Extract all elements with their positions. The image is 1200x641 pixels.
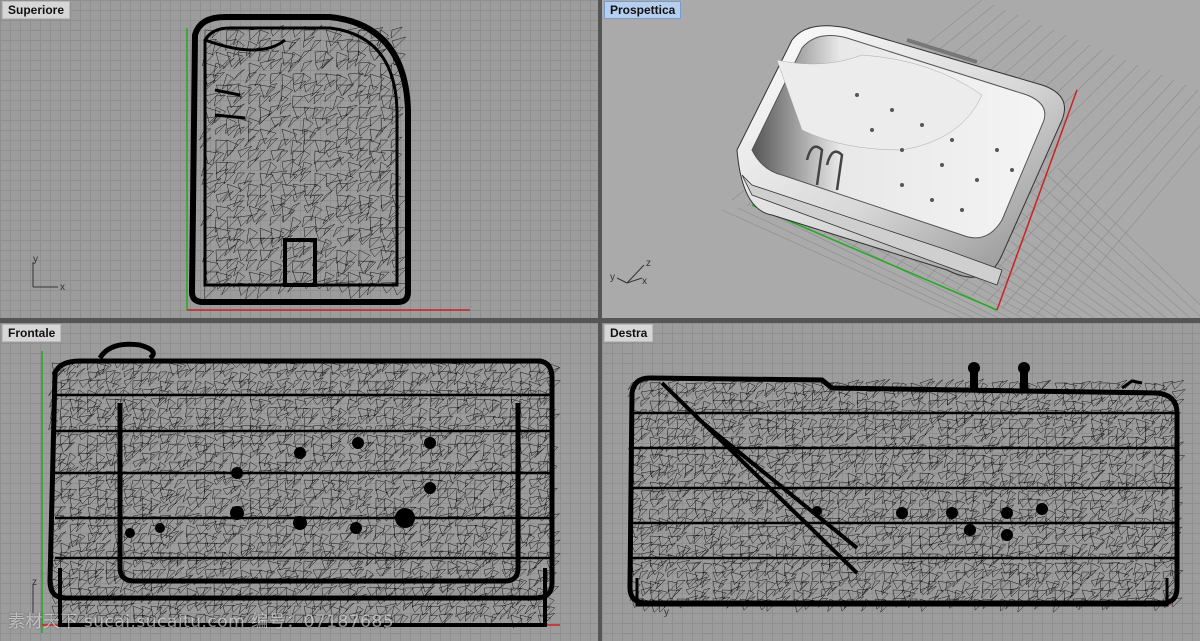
bathtub-wireframe-right	[627, 375, 1187, 614]
axis-label-y: y	[33, 254, 38, 265]
top-view-canvas[interactable]: y x	[0, 0, 598, 318]
perspective-canvas[interactable]: y x z	[602, 0, 1200, 318]
viewport-title-top[interactable]: Superiore	[2, 1, 71, 19]
viewport-title-front[interactable]: Frontale	[2, 324, 62, 342]
viewport-right[interactable]: Destra y	[602, 323, 1200, 641]
axis-label-y: y	[664, 607, 669, 618]
viewport-perspective[interactable]: Prospettica y x z	[602, 0, 1200, 318]
axis-widget-top: y x	[32, 254, 65, 293]
right-view-canvas[interactable]: y	[602, 323, 1200, 641]
axis-label-x: x	[642, 276, 647, 287]
faucet-handles-right	[968, 362, 1143, 390]
axis-label-x: x	[60, 282, 65, 293]
viewport-title-perspective[interactable]: Prospettica	[604, 1, 682, 19]
axis-label-z: z	[646, 258, 651, 269]
watermark: 素材天下 sucai.sucaitu.com 编号：07187685	[8, 612, 395, 632]
axis-widget-right: y	[664, 607, 669, 618]
bathtub-wireframe-front	[47, 341, 561, 630]
viewport-title-right[interactable]: Destra	[604, 324, 654, 342]
bathtub-wireframe-top	[188, 14, 411, 305]
axis-label-z: z	[32, 577, 37, 588]
axis-widget-persp: y x z	[610, 258, 651, 287]
viewport-top[interactable]: Superiore y x	[0, 0, 598, 318]
viewport-front[interactable]: Frontale z	[0, 323, 598, 641]
front-view-canvas[interactable]: z	[0, 323, 598, 641]
axis-label-y: y	[610, 272, 615, 283]
